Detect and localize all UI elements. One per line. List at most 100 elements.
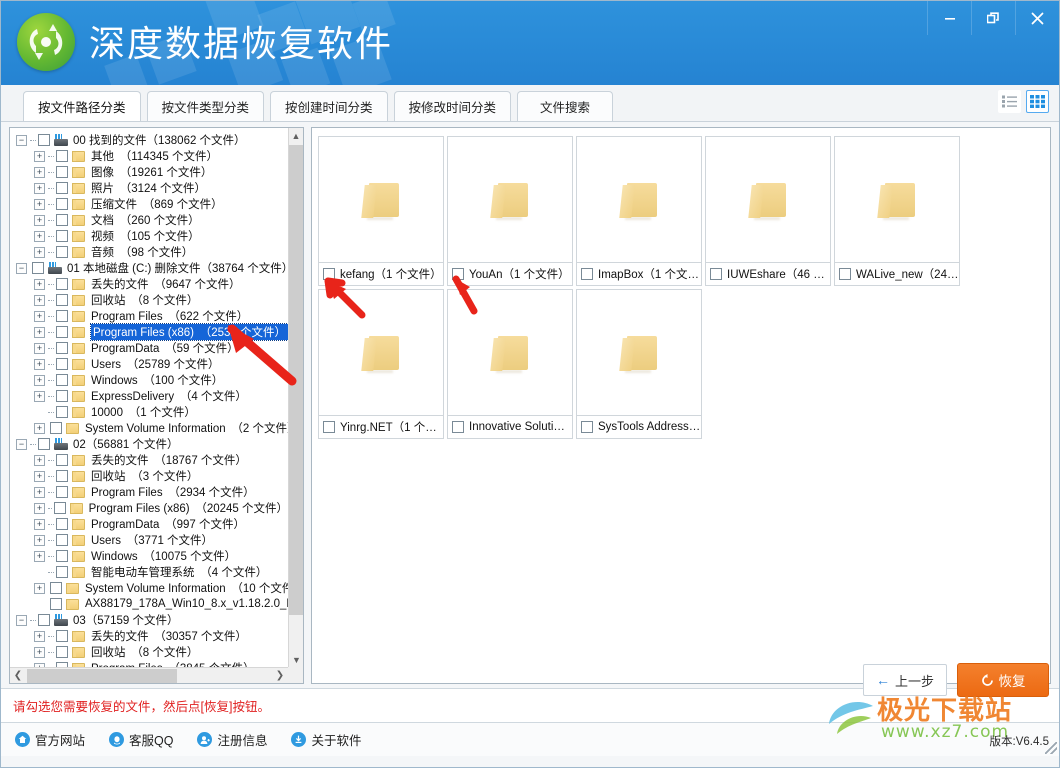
tree-item-checkbox[interactable] bbox=[50, 422, 62, 434]
folder-checkbox[interactable] bbox=[452, 268, 464, 280]
expand-icon[interactable]: + bbox=[34, 390, 45, 402]
tree-item-checkbox[interactable] bbox=[56, 278, 68, 290]
tree-item[interactable]: + Windows （100 个文件） bbox=[16, 372, 288, 388]
link-about-software[interactable]: 关于软件 bbox=[291, 730, 362, 749]
tree-item[interactable]: + 压缩文件 （869 个文件） bbox=[16, 196, 288, 212]
tree-item-checkbox[interactable] bbox=[32, 262, 44, 274]
minimize-button[interactable] bbox=[927, 1, 971, 35]
tree-item[interactable]: + Users （3771 个文件） bbox=[16, 532, 288, 548]
collapse-icon[interactable]: − bbox=[16, 134, 27, 146]
list-view-button[interactable] bbox=[998, 90, 1021, 113]
tree-item[interactable]: + 照片 （3124 个文件） bbox=[16, 180, 288, 196]
tree-item[interactable]: + 音频 （98 个文件） bbox=[16, 244, 288, 260]
resize-grip[interactable] bbox=[1045, 742, 1057, 754]
expand-icon[interactable]: + bbox=[34, 166, 45, 178]
tree-item[interactable]: + System Volume Information （2 个文件） bbox=[16, 420, 288, 436]
tree-item-checkbox[interactable] bbox=[56, 534, 68, 546]
previous-step-button[interactable]: ← 上一步 bbox=[863, 664, 947, 696]
tree-item[interactable]: + System Volume Information （10 个文件 bbox=[16, 580, 288, 596]
tree-horizontal-scrollbar[interactable]: ❮ ❯ bbox=[10, 667, 288, 683]
tree-item[interactable]: + 丢失的文件 （18767 个文件） bbox=[16, 452, 288, 468]
folder-checkbox[interactable] bbox=[710, 268, 722, 280]
tree-vertical-scrollbar[interactable]: ▲ ▼ bbox=[288, 128, 303, 667]
tree-item-checkbox[interactable] bbox=[56, 630, 68, 642]
link-register-info[interactable]: 注册信息 bbox=[197, 730, 267, 749]
tree-item-checkbox[interactable] bbox=[56, 198, 68, 210]
expand-icon[interactable]: + bbox=[34, 230, 45, 242]
tree-item[interactable]: + 丢失的文件 （9647 个文件） bbox=[16, 276, 288, 292]
close-button[interactable] bbox=[1015, 1, 1059, 35]
tree-item-checkbox[interactable] bbox=[38, 614, 50, 626]
expand-icon[interactable]: + bbox=[34, 326, 45, 338]
tab-file-search[interactable]: 文件搜索 bbox=[517, 91, 614, 121]
tab-by-modify-time[interactable]: 按修改时间分类 bbox=[393, 91, 512, 121]
tree-item-checkbox[interactable] bbox=[56, 294, 68, 306]
tree-item-checkbox[interactable] bbox=[56, 182, 68, 194]
collapse-icon[interactable]: − bbox=[16, 438, 27, 450]
tree-item-checkbox[interactable] bbox=[56, 374, 68, 386]
tree-item-checkbox[interactable] bbox=[38, 134, 50, 146]
tree-item-checkbox[interactable] bbox=[56, 454, 68, 466]
expand-icon[interactable]: + bbox=[34, 150, 45, 162]
tree-item-checkbox[interactable] bbox=[56, 246, 68, 258]
expand-icon[interactable]: + bbox=[34, 534, 45, 546]
tree-item-checkbox[interactable] bbox=[56, 566, 68, 578]
expand-icon[interactable]: + bbox=[34, 454, 45, 466]
tree-item[interactable]: + Program Files （622 个文件） bbox=[16, 308, 288, 324]
expand-icon[interactable]: + bbox=[34, 214, 45, 226]
tree-item-checkbox[interactable] bbox=[56, 166, 68, 178]
tree-item[interactable]: + ExpressDelivery （4 个文件） bbox=[16, 388, 288, 404]
folder-checkbox[interactable] bbox=[581, 421, 593, 433]
tree-item[interactable]: + 文档 （260 个文件） bbox=[16, 212, 288, 228]
tree-item-checkbox[interactable] bbox=[56, 214, 68, 226]
restore-button[interactable] bbox=[971, 1, 1015, 35]
expand-icon[interactable]: + bbox=[34, 502, 45, 514]
expand-icon[interactable]: + bbox=[34, 182, 45, 194]
expand-icon[interactable]: + bbox=[34, 550, 45, 562]
collapse-icon[interactable]: − bbox=[16, 614, 27, 626]
tree-item[interactable]: + Users （25789 个文件） bbox=[16, 356, 288, 372]
tree-item[interactable]: + ProgramData （59 个文件） bbox=[16, 340, 288, 356]
tree-item[interactable]: − 03（57159 个文件） bbox=[16, 612, 288, 628]
tree-item-checkbox[interactable] bbox=[56, 518, 68, 530]
scroll-right-arrow-icon[interactable]: ❯ bbox=[272, 670, 288, 681]
tree-item-checkbox[interactable] bbox=[56, 390, 68, 402]
folder-checkbox[interactable] bbox=[839, 268, 851, 280]
recover-button[interactable]: 恢复 bbox=[957, 663, 1049, 697]
tree-item-checkbox[interactable] bbox=[56, 550, 68, 562]
tree-item-checkbox[interactable] bbox=[56, 150, 68, 162]
tree-item-checkbox[interactable] bbox=[56, 470, 68, 482]
scroll-down-arrow-icon[interactable]: ▼ bbox=[289, 652, 303, 667]
tree-item-checkbox[interactable] bbox=[50, 598, 62, 610]
tree-item-checkbox[interactable] bbox=[56, 646, 68, 658]
link-official-website[interactable]: 官方网站 bbox=[15, 730, 85, 749]
tree-item-checkbox[interactable] bbox=[56, 310, 68, 322]
tree-item[interactable]: AX88179_178A_Win10_8.x_v1.18.2.0_D bbox=[16, 596, 288, 612]
tree-item[interactable]: +Program Files （3845 个文件） bbox=[16, 660, 288, 667]
expand-icon[interactable]: + bbox=[34, 246, 45, 258]
tree-item-checkbox[interactable] bbox=[56, 342, 68, 354]
tree-item[interactable]: + 回收站 （3 个文件） bbox=[16, 468, 288, 484]
collapse-icon[interactable]: − bbox=[16, 262, 27, 274]
expand-icon[interactable]: + bbox=[34, 294, 45, 306]
tree-item[interactable]: 10000 （1 个文件） bbox=[16, 404, 288, 420]
tree-item-checkbox[interactable] bbox=[53, 502, 66, 514]
expand-icon[interactable]: + bbox=[34, 486, 45, 498]
folder-card[interactable]: kefang（1 个文件） bbox=[318, 136, 444, 286]
tree-item[interactable]: + ProgramData （997 个文件） bbox=[16, 516, 288, 532]
tab-by-file-path[interactable]: 按文件路径分类 bbox=[23, 91, 141, 121]
folder-card[interactable]: YouAn（1 个文件） bbox=[447, 136, 573, 286]
expand-icon[interactable]: + bbox=[34, 374, 45, 386]
expand-icon[interactable]: + bbox=[34, 630, 45, 642]
scroll-left-arrow-icon[interactable]: ❮ bbox=[10, 670, 26, 681]
tree-item-checkbox[interactable] bbox=[56, 406, 68, 418]
expand-icon[interactable]: + bbox=[34, 358, 45, 370]
expand-icon[interactable]: + bbox=[34, 310, 45, 322]
tree-item[interactable]: + Program Files (x86) （20245 个文件） bbox=[16, 500, 288, 516]
expand-icon[interactable]: + bbox=[34, 646, 45, 658]
expand-icon[interactable]: + bbox=[34, 582, 45, 594]
folder-card[interactable]: ImapBox（1 个文… bbox=[576, 136, 702, 286]
tree-item-checkbox[interactable] bbox=[56, 326, 68, 338]
tree-item-checkbox[interactable] bbox=[56, 486, 68, 498]
expand-icon[interactable]: + bbox=[34, 198, 45, 210]
